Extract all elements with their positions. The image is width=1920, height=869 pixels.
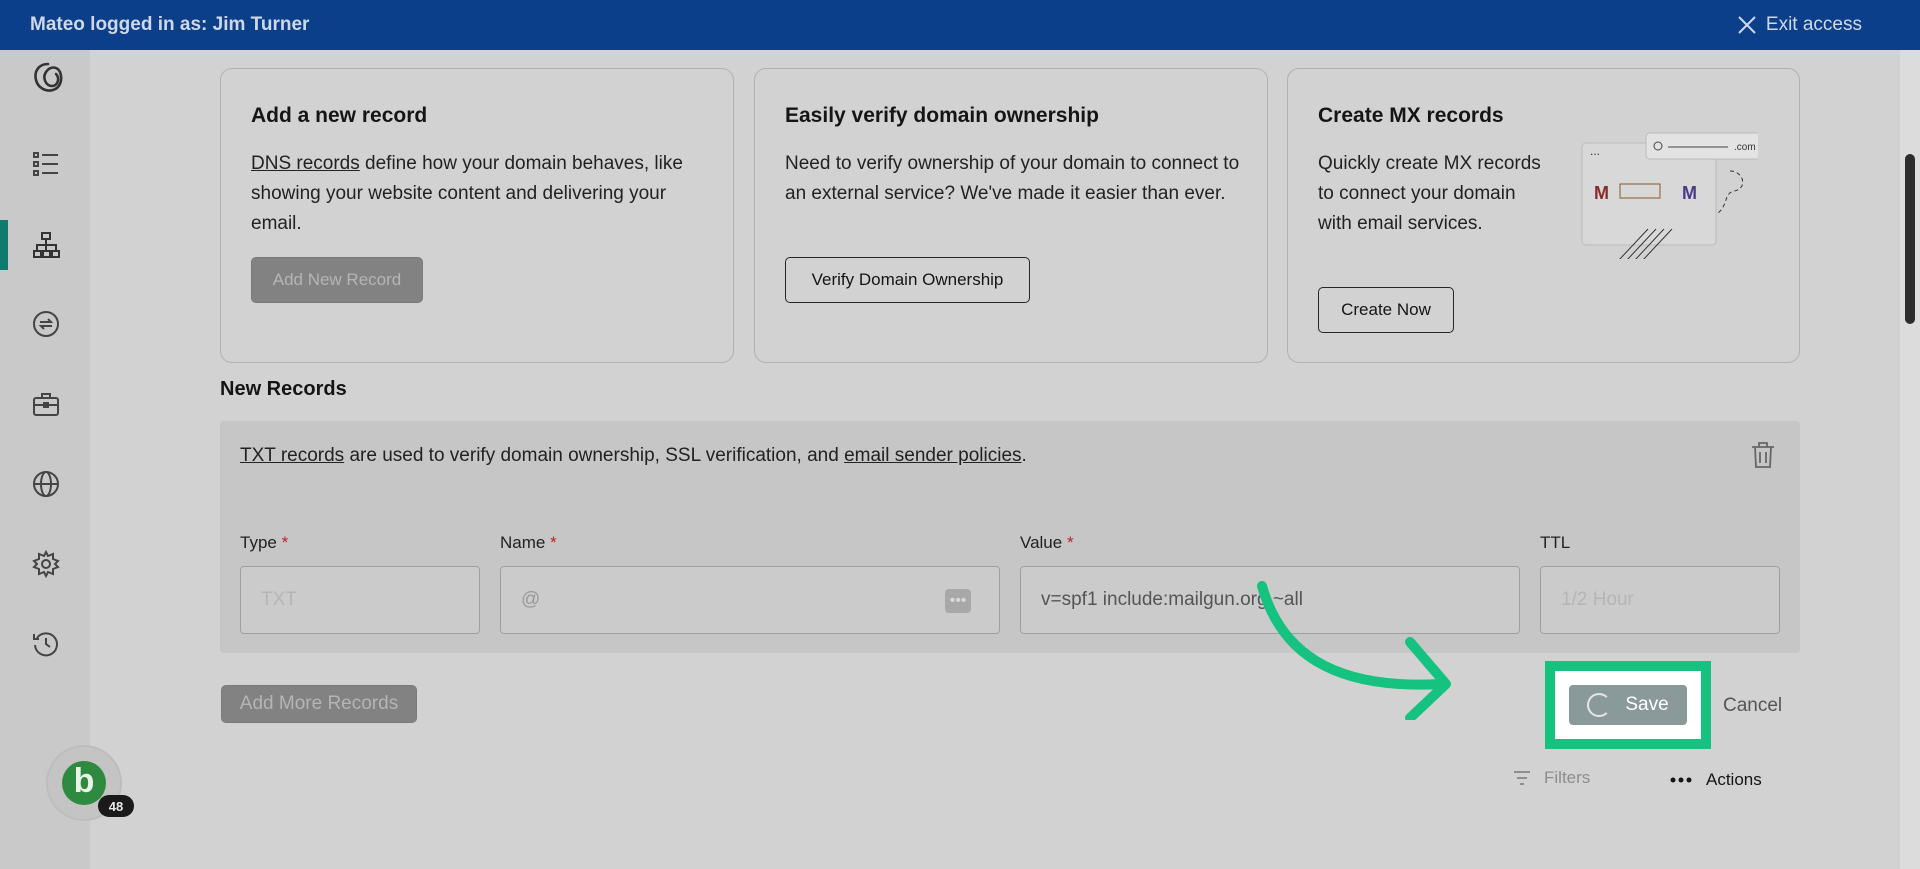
ttl-field[interactable]: 1/2 Hour <box>1540 566 1780 634</box>
save-highlight: Save <box>1545 661 1711 749</box>
card-title: Add a new record <box>251 104 428 127</box>
required-marker: * <box>1066 533 1074 552</box>
type-field[interactable]: TXT <box>240 566 480 634</box>
sidebar-item-history[interactable] <box>30 628 62 660</box>
loading-spinner-icon <box>1587 693 1612 717</box>
svg-text:M: M <box>1594 183 1609 203</box>
type-label-text: Type <box>240 533 277 552</box>
type-label: Type * <box>240 533 288 553</box>
scrollbar[interactable] <box>1900 50 1920 869</box>
save-frame: Save <box>1555 671 1701 739</box>
filters-button[interactable]: Filters <box>1512 768 1590 788</box>
save-button[interactable]: Save <box>1569 685 1687 725</box>
sidebar-item-transfer[interactable] <box>30 308 62 340</box>
annotation-arrow-icon <box>1257 581 1451 720</box>
create-now-button[interactable]: Create Now <box>1318 287 1454 333</box>
logged-in-text: Mateo logged in as: Jim Turner <box>30 14 310 35</box>
filter-icon <box>1514 771 1530 785</box>
actions-button[interactable]: Actions <box>1670 770 1762 790</box>
record-description: TXT records are used to verify domain ow… <box>240 445 1027 467</box>
actions-label: Actions <box>1706 770 1762 789</box>
list-icon <box>33 152 58 176</box>
globe-icon <box>33 471 59 497</box>
email-sender-policies-link[interactable]: email sender policies <box>844 445 1021 466</box>
exit-access-button[interactable]: Exit access <box>1736 14 1890 36</box>
add-more-records-button[interactable]: Add More Records <box>221 685 417 723</box>
sidebar-item-briefcase[interactable] <box>30 388 62 420</box>
card-title: Create MX records <box>1318 104 1504 127</box>
name-placeholder: @ <box>521 589 541 610</box>
card-body: Need to verify ownership of your domain … <box>785 153 1240 204</box>
svg-text:...: ... <box>1590 144 1600 158</box>
svg-text:M: M <box>1682 183 1697 203</box>
dns-records-link[interactable]: DNS records <box>251 153 360 174</box>
card-title: Easily verify domain ownership <box>785 104 1099 127</box>
cancel-button[interactable]: Cancel <box>1723 695 1782 717</box>
sidebar-item-globe[interactable] <box>30 468 62 500</box>
illustration-domain-text: .com <box>1734 142 1756 153</box>
description-text: are used to verify domain ownership, SSL… <box>344 445 845 466</box>
filters-label: Filters <box>1544 768 1591 787</box>
exit-access-label: Exit access <box>1765 14 1862 35</box>
brand-logo-icon[interactable] <box>30 60 66 96</box>
value-label-text: Value <box>1020 533 1063 552</box>
create-mx-card: Create MX records Quickly create MX reco… <box>1287 68 1800 363</box>
name-label: Name * <box>500 533 557 553</box>
sidebar-item-list[interactable] <box>30 148 62 180</box>
new-record-form: TXT records are used to verify domain ow… <box>220 421 1800 653</box>
new-records-title: New Records <box>220 378 347 400</box>
trash-icon[interactable] <box>1750 441 1776 469</box>
card-body: DNS records define how your domain behav… <box>251 149 721 239</box>
verify-domain-ownership-button[interactable]: Verify Domain Ownership <box>785 257 1030 303</box>
notification-badge: 48 <box>98 795 134 817</box>
name-field[interactable]: @ ••• <box>500 566 1000 634</box>
description-period: . <box>1021 445 1027 466</box>
sidebar-item-settings[interactable] <box>30 548 62 580</box>
ttl-label: TTL <box>1540 533 1571 552</box>
gear-icon <box>32 550 60 578</box>
value-label: Value * <box>1020 533 1074 553</box>
impersonation-banner: Mateo logged in as: Jim Turner Exit acce… <box>0 0 1920 50</box>
more-horizontal-icon <box>1670 777 1692 783</box>
active-nav-indicator <box>0 220 8 270</box>
name-label-text: Name <box>500 533 546 552</box>
txt-records-link[interactable]: TXT records <box>240 445 344 466</box>
transfer-icon <box>33 311 59 337</box>
sidebar-item-dns[interactable] <box>30 229 62 261</box>
sidebar <box>0 50 90 869</box>
card-body: Quickly create MX records to connect you… <box>1318 153 1541 234</box>
save-label: Save <box>1625 694 1669 715</box>
close-icon <box>1738 16 1756 34</box>
briefcase-icon <box>33 393 59 416</box>
verify-domain-card: Easily verify domain ownership Need to v… <box>754 68 1268 363</box>
required-marker: * <box>550 533 557 552</box>
history-icon <box>33 632 58 657</box>
more-options-icon[interactable]: ••• <box>945 589 971 613</box>
add-new-record-button[interactable]: Add New Record <box>251 257 423 303</box>
scrollbar-thumb[interactable] <box>1905 154 1915 324</box>
add-record-card: Add a new record DNS records define how … <box>220 68 734 363</box>
sitemap-icon <box>33 232 60 258</box>
mx-illustration-icon: ... .com M M <box>1581 132 1758 259</box>
required-marker: * <box>281 533 289 552</box>
